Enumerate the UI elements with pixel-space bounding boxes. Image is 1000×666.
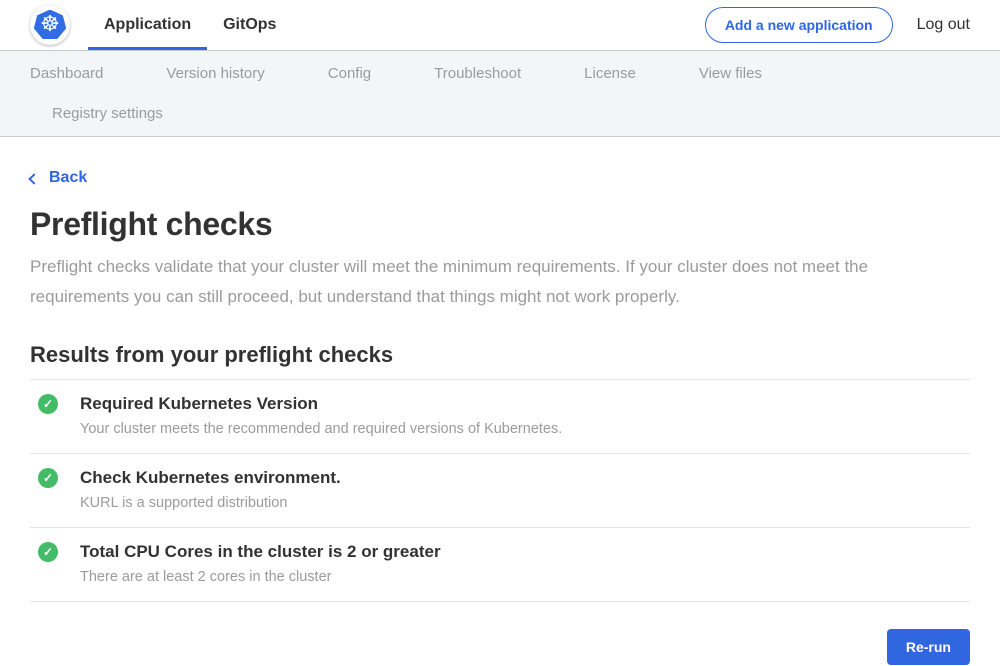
preflight-check-list: ✓ Required Kubernetes Version Your clust… bbox=[30, 379, 970, 602]
tab-gitops[interactable]: GitOps bbox=[207, 0, 292, 50]
tab-gitops-label: GitOps bbox=[223, 16, 276, 34]
top-nav-actions: Add a new application Log out bbox=[705, 0, 970, 50]
kubernetes-logo[interactable]: ☸ bbox=[30, 5, 70, 45]
subnav-item-config[interactable]: Config bbox=[328, 65, 371, 82]
subnav-row-2: Registry settings bbox=[30, 93, 970, 133]
add-new-application-button[interactable]: Add a new application bbox=[705, 7, 893, 43]
subnav-item-version-history[interactable]: Version history bbox=[166, 65, 264, 82]
check-text: Total CPU Cores in the cluster is 2 or g… bbox=[80, 541, 441, 586]
preflight-check-row-cpu-cores: ✓ Total CPU Cores in the cluster is 2 or… bbox=[30, 528, 970, 602]
check-pass-icon: ✓ bbox=[38, 394, 58, 414]
back-link[interactable]: Back bbox=[30, 169, 87, 187]
kubernetes-wheel-icon: ☸ bbox=[40, 14, 60, 36]
subnav-item-troubleshoot[interactable]: Troubleshoot bbox=[434, 65, 521, 82]
preflight-page: Back Preflight checks Preflight checks v… bbox=[0, 137, 1000, 665]
check-text: Required Kubernetes Version Your cluster… bbox=[80, 393, 562, 438]
subnav-item-registry-settings[interactable]: Registry settings bbox=[52, 105, 163, 122]
tab-application-label: Application bbox=[104, 16, 191, 34]
app-subnav: Dashboard Version history Config Trouble… bbox=[0, 51, 1000, 137]
top-tabs: Application GitOps bbox=[88, 0, 292, 50]
check-description: Your cluster meets the recommended and r… bbox=[80, 421, 562, 438]
check-pass-icon: ✓ bbox=[38, 542, 58, 562]
check-title: Total CPU Cores in the cluster is 2 or g… bbox=[80, 541, 441, 562]
kubernetes-heptagon: ☸ bbox=[34, 10, 67, 41]
subnav-item-license[interactable]: License bbox=[584, 65, 636, 82]
page-description: Preflight checks validate that your clus… bbox=[30, 252, 970, 312]
preflight-check-row-kubernetes-version: ✓ Required Kubernetes Version Your clust… bbox=[30, 380, 970, 454]
check-text: Check Kubernetes environment. KURL is a … bbox=[80, 467, 341, 512]
subnav-item-view-files[interactable]: View files bbox=[699, 65, 762, 82]
footer-actions: Re-run bbox=[30, 629, 970, 665]
check-description: There are at least 2 cores in the cluste… bbox=[80, 569, 441, 586]
check-description: KURL is a supported distribution bbox=[80, 495, 341, 512]
back-label: Back bbox=[49, 169, 87, 187]
top-nav: ☸ Application GitOps Add a new applicati… bbox=[0, 0, 1000, 51]
check-pass-icon: ✓ bbox=[38, 468, 58, 488]
chevron-left-icon bbox=[28, 173, 39, 184]
check-title: Check Kubernetes environment. bbox=[80, 467, 341, 488]
results-heading: Results from your preflight checks bbox=[30, 342, 970, 368]
logout-link[interactable]: Log out bbox=[917, 16, 970, 34]
preflight-check-row-kubernetes-environment: ✓ Check Kubernetes environment. KURL is … bbox=[30, 454, 970, 528]
tab-application[interactable]: Application bbox=[88, 0, 207, 50]
check-title: Required Kubernetes Version bbox=[80, 393, 562, 414]
page-title: Preflight checks bbox=[30, 205, 970, 243]
subnav-item-dashboard[interactable]: Dashboard bbox=[30, 65, 103, 82]
rerun-button[interactable]: Re-run bbox=[887, 629, 970, 665]
subnav-row-1: Dashboard Version history Config Trouble… bbox=[30, 53, 970, 93]
